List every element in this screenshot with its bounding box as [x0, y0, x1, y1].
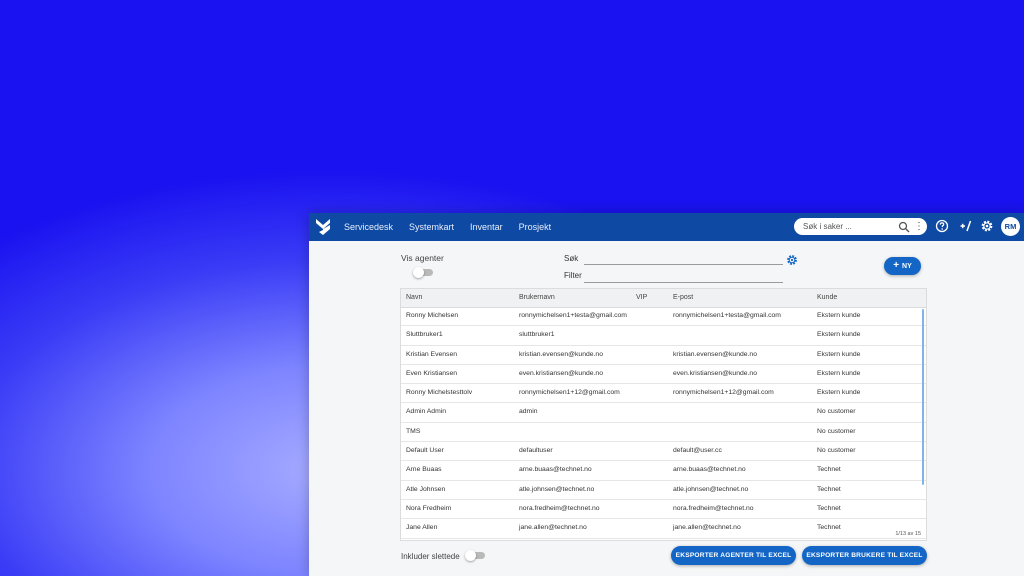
table-scrollbar[interactable]	[922, 309, 924, 485]
cell-navn: Sluttbruker1	[406, 331, 443, 339]
cell-kunde: Technet	[817, 504, 841, 512]
cell-kunde: Ekstern kunde	[817, 312, 861, 319]
cell-navn: Default User	[406, 447, 444, 455]
new-user-button[interactable]: + NY	[884, 257, 921, 275]
toggle-knob	[465, 550, 476, 561]
cell-brukernavn: ronnymichelsen1+testa@gmail.com	[519, 312, 627, 319]
sok-label: Søk	[564, 254, 579, 263]
cell-brukernavn: arne.buaas@technet.no	[519, 466, 592, 474]
column-header-kunde[interactable]: Kunde	[817, 289, 837, 307]
cell-navn: Kristian Evensen	[406, 350, 458, 358]
top-bar: Servicedesk Systemkart Inventar Prosjekt…	[309, 213, 1024, 241]
cell-kunde: Ekstern kunde	[817, 389, 861, 397]
cell-navn: Arne Buaas	[406, 466, 442, 474]
cell-brukernavn: admin	[519, 408, 538, 416]
toggle-knob	[413, 267, 424, 278]
cell-kunde: Technet	[817, 485, 841, 493]
cell-kunde: Ekstern kunde	[817, 369, 861, 377]
app-logo-icon[interactable]	[315, 217, 331, 237]
table-row[interactable]: Admin Admin admin No customer	[401, 403, 926, 423]
column-header-navn[interactable]: Navn	[406, 289, 422, 307]
column-header-brukernavn[interactable]: Brukernavn	[519, 289, 555, 307]
cell-epost: ronnymichelsen1+testa@gmail.com	[673, 312, 781, 319]
cell-navn: Ronny Michelstesttolv	[406, 389, 473, 397]
user-avatar[interactable]: RM	[1001, 217, 1020, 236]
cell-brukernavn: ronnymichelsen1+12@gmail.com	[519, 389, 620, 397]
settings-gear-icon[interactable]	[980, 219, 994, 233]
cell-epost: jane.allen@technet.no	[673, 524, 741, 532]
users-table: Navn Brukernavn VIP E-post Kunde Ronny M…	[400, 288, 927, 541]
help-icon[interactable]	[935, 219, 949, 233]
cell-brukernavn: jane.allen@technet.no	[519, 524, 587, 532]
cell-navn: TMS	[406, 427, 421, 435]
cell-brukernavn: defaultuser	[519, 447, 553, 455]
nav-inventar[interactable]: Inventar	[470, 222, 503, 232]
cell-epost: ronnymichelsen1+12@gmail.com	[673, 389, 774, 397]
cell-brukernavn: even.kristiansen@kunde.no	[519, 369, 603, 377]
filter-label: Filter	[564, 271, 582, 280]
vis-agenter-toggle[interactable]	[413, 267, 433, 278]
cell-kunde: No customer	[817, 427, 856, 435]
app-window: Servicedesk Systemkart Inventar Prosjekt…	[309, 213, 1024, 576]
cell-navn: Even Kristiansen	[406, 369, 458, 377]
cell-kunde: Technet	[817, 524, 841, 532]
filter-input[interactable]	[584, 282, 783, 283]
table-row[interactable]: Arne Buaas arne.buaas@technet.no arne.buaa…	[401, 461, 926, 481]
main-nav: Servicedesk Systemkart Inventar Prosjekt	[344, 213, 551, 241]
nav-prosjekt[interactable]: Prosjekt	[519, 222, 552, 232]
table-row[interactable]: Ronny Michelsen ronnymichelsen1+testa@gma…	[401, 307, 926, 327]
more-vert-icon[interactable]: ⋮	[914, 221, 924, 232]
table-header: Navn Brukernavn VIP E-post Kunde	[401, 289, 926, 308]
plus-icon: +	[893, 260, 900, 271]
cell-brukernavn: atle.johnsen@technet.no	[519, 485, 595, 493]
table-row[interactable]: Atle Johnsen atle.johnsen@technet.no atle.…	[401, 481, 926, 500]
cell-navn: Nora Fredheim	[406, 504, 452, 512]
cell-epost: atle.johnsen@technet.no	[673, 485, 749, 493]
time-register-icon[interactable]	[959, 219, 973, 233]
search-settings-gear-icon[interactable]	[786, 254, 798, 266]
export-users-button[interactable]: EKSPORTER BRUKERE TIL EXCEL	[802, 546, 927, 565]
vis-agenter-label: Vis agenter	[401, 253, 444, 263]
new-button-label: NY	[902, 262, 912, 270]
cell-brukernavn: kristian.evensen@kunde.no	[519, 350, 603, 358]
cell-kunde: Ekstern kunde	[817, 350, 861, 358]
cell-brukernavn: nora.fredheim@technet.no	[519, 504, 600, 512]
pagination-info: 1/13 av 15	[895, 531, 921, 537]
column-header-epost[interactable]: E-post	[673, 289, 693, 307]
cell-kunde: No customer	[817, 408, 856, 416]
table-row[interactable]: Nora Fredheim nora.fredheim@technet.no nor…	[401, 500, 926, 520]
cell-navn: Jane Allen	[406, 524, 438, 532]
cell-kunde: No customer	[817, 447, 856, 455]
cell-kunde: Technet	[817, 466, 841, 474]
cell-navn: Ronny Michelsen	[406, 312, 459, 319]
export-agents-button[interactable]: EKSPORTER AGENTER TIL EXCEL	[671, 546, 796, 565]
cell-brukernavn: sluttbruker1	[519, 331, 555, 339]
case-search-input[interactable]: Søk i saker ... ⋮	[794, 218, 927, 235]
cell-navn: Atle Johnsen	[406, 485, 446, 493]
cell-epost: arne.buaas@technet.no	[673, 466, 746, 474]
search-icon[interactable]	[898, 221, 910, 233]
cell-epost: default@user.cc	[673, 447, 722, 455]
sok-input[interactable]	[584, 264, 783, 265]
table-row[interactable]: Kristian Evensen kristian.evensen@kunde.n…	[401, 346, 926, 365]
search-placeholder: Søk i saker ...	[803, 222, 852, 231]
nav-systemkart[interactable]: Systemkart	[409, 222, 454, 232]
table-row[interactable]: Even Kristiansen even.kristiansen@kunde.n…	[401, 365, 926, 385]
inkluder-slettede-toggle[interactable]	[465, 550, 485, 561]
table-row[interactable]: Ronny Michelstesttolv ronnymichelsen1+12@…	[401, 384, 926, 404]
table-row[interactable]: Default User defaultuser default@user.cc No…	[401, 442, 926, 462]
nav-servicedesk[interactable]: Servicedesk	[344, 222, 393, 232]
table-row[interactable]: Jane Allen jane.allen@technet.no jane.alle…	[401, 519, 926, 539]
table-row[interactable]: TMS No customer	[401, 423, 926, 443]
cell-epost: even.kristiansen@kunde.no	[673, 369, 757, 377]
table-row[interactable]: Sluttbruker1 sluttbruker1 Ekstern kunde	[401, 326, 926, 346]
column-header-vip[interactable]: VIP	[636, 289, 647, 307]
cell-navn: Admin Admin	[406, 408, 447, 416]
cell-epost: nora.fredheim@technet.no	[673, 504, 754, 512]
inkluder-slettede-label: Inkluder slettede	[401, 552, 460, 561]
table-body: Ronny Michelsen ronnymichelsen1+testa@gma…	[401, 307, 926, 539]
cell-epost: kristian.evensen@kunde.no	[673, 350, 757, 358]
cell-kunde: Ekstern kunde	[817, 331, 861, 339]
